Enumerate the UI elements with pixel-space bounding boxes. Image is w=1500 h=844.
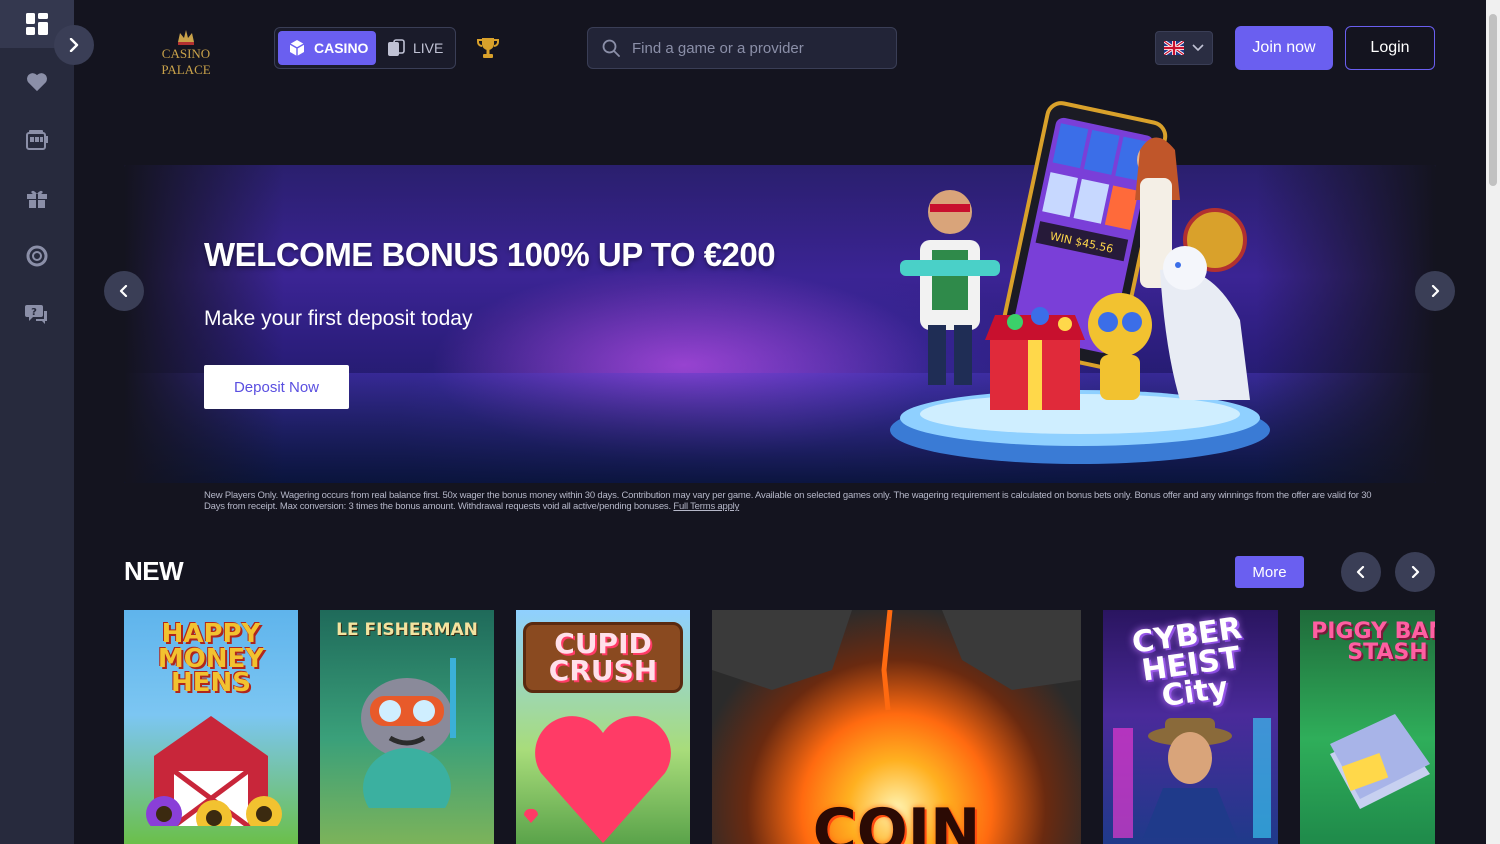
dashboard-icon: [26, 13, 48, 35]
gift-icon: [27, 190, 47, 208]
chevron-right-icon: [1411, 566, 1420, 578]
sidebar: ?: [0, 0, 74, 844]
casino-live-switch: CASINO LIVE: [274, 27, 456, 69]
sidebar-item-slots[interactable]: [0, 116, 74, 164]
banner-hero-illustration: WIN $45.56: [890, 101, 1270, 464]
logo-text: CASINO PALACE: [161, 46, 211, 77]
cash-stack-artwork: [1330, 713, 1430, 809]
game-tile-piggy-bank-stash[interactable]: PIGGY BANK STASH: [1300, 610, 1435, 844]
game-tile-le-fisherman[interactable]: LE FISHERMAN: [320, 610, 494, 844]
heart-artwork: [523, 716, 671, 844]
sidebar-expand-button[interactable]: [54, 25, 94, 65]
casino-palace-logo[interactable]: CASINO PALACE: [138, 28, 234, 77]
search-input[interactable]: [632, 39, 882, 57]
join-now-button[interactable]: Join now: [1235, 26, 1333, 70]
game-tile-cupid-crush[interactable]: CUPID CRUSH: [516, 610, 690, 844]
cube-icon: [289, 40, 305, 56]
game-title: CYBER HEIST City: [1129, 610, 1244, 715]
section-title-new: NEW: [124, 556, 184, 586]
more-button[interactable]: More: [1235, 556, 1304, 588]
barn-artwork: [146, 716, 282, 827]
chevron-right-icon: [69, 38, 79, 52]
lifebuoy-icon: [26, 245, 48, 267]
banner-subtitle: Make your first deposit today: [204, 307, 473, 330]
language-selector[interactable]: [1155, 31, 1213, 65]
sidebar-item-help[interactable]: [0, 232, 74, 280]
search-bar: [587, 27, 897, 69]
bonus-terms-text: New Players Only. Wagering occurs from r…: [204, 490, 1372, 512]
game-title: PIGGY BANK STASH: [1311, 619, 1435, 665]
heart-icon: [27, 73, 47, 92]
game-title: CUPID CRUSH: [523, 622, 683, 694]
banner-prev-button[interactable]: [104, 271, 144, 311]
sidebar-item-favorites[interactable]: [0, 58, 74, 106]
raccoon-artwork: [361, 658, 456, 809]
page-scrollbar[interactable]: [1486, 0, 1500, 844]
game-tile-cyber-heist-city[interactable]: CYBER HEIST City: [1103, 610, 1278, 844]
live-cards-icon: [388, 39, 405, 56]
tab-casino[interactable]: CASINO: [278, 31, 376, 65]
chevron-left-icon: [1356, 566, 1365, 578]
chevron-down-icon: [1192, 44, 1204, 52]
chevron-left-icon: [119, 285, 128, 297]
full-terms-link[interactable]: Full Terms apply: [673, 501, 739, 512]
sidebar-item-promotions[interactable]: [0, 174, 74, 222]
games-prev-button[interactable]: [1341, 552, 1381, 592]
scrollbar-thumb[interactable]: [1489, 14, 1497, 186]
lava-rock-artwork: [712, 610, 1081, 711]
detective-artwork: [1113, 717, 1271, 838]
svg-text:?: ?: [31, 307, 37, 318]
crown-icon: [178, 30, 194, 45]
game-title: HAPPY MONEY HENS: [157, 619, 265, 699]
game-tile-coin[interactable]: COIN: [712, 610, 1081, 844]
banner-next-button[interactable]: [1415, 271, 1455, 311]
login-button[interactable]: Login: [1345, 26, 1435, 70]
support-chat-icon: ?: [25, 305, 47, 324]
bonus-terms: New Players Only. Wagering occurs from r…: [204, 490, 1379, 512]
trophy-icon[interactable]: [476, 36, 500, 60]
game-tile-happy-money-hens[interactable]: HAPPY MONEY HENS: [124, 610, 298, 844]
tab-live[interactable]: LIVE: [387, 31, 453, 65]
tab-casino-label: CASINO: [314, 40, 369, 56]
games-next-button[interactable]: [1395, 552, 1435, 592]
deposit-now-button[interactable]: Deposit Now: [204, 365, 349, 409]
search-icon: [602, 39, 620, 57]
banner-title: WELCOME BONUS 100% UP TO €200: [204, 236, 776, 273]
slot-machine-icon: [26, 130, 48, 150]
game-title: COIN: [812, 796, 981, 844]
tab-live-label: LIVE: [413, 40, 444, 56]
game-title: LE FISHERMAN: [336, 620, 478, 640]
sidebar-item-support[interactable]: ?: [0, 290, 74, 338]
chevron-right-icon: [1431, 285, 1440, 297]
uk-flag-icon: [1164, 41, 1184, 55]
